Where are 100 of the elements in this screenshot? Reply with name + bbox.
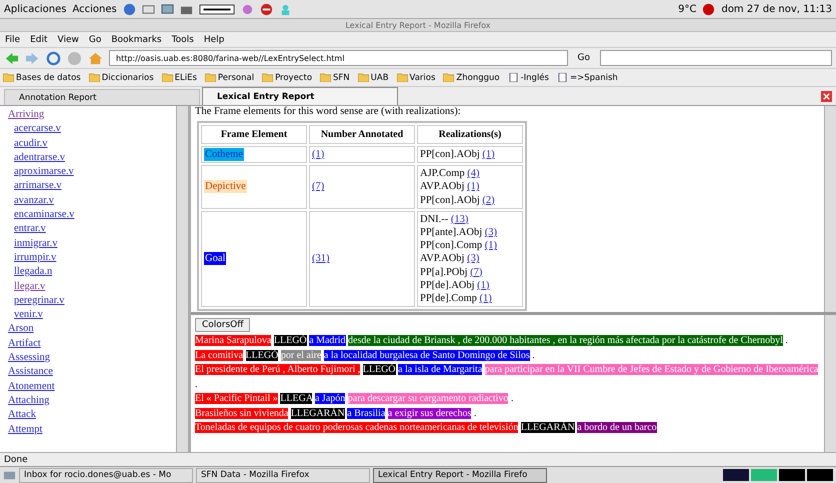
bookmark[interactable]: Diccionarios [88,72,154,82]
frame-link[interactable]: Arriving [8,108,44,122]
lexical-unit-link[interactable]: llegar.v [14,280,46,294]
monitor-icon[interactable] [160,2,174,16]
realization-text: PP[de].AObj [420,280,475,291]
menu-item[interactable]: File [5,34,20,44]
count-link[interactable]: (2) [482,194,495,206]
menu-item[interactable]: Tools [172,34,194,44]
taskbar-button[interactable]: SFN Data - Mozilla Firefox [196,468,370,482]
home-icon[interactable] [88,50,103,66]
scrollbar[interactable] [824,106,836,312]
search-field[interactable] [600,50,832,66]
lexical-unit-link[interactable]: llegada.n [14,265,52,280]
annotated-phrase: a Brasilia [347,408,386,418]
bookmark[interactable]: Varios [396,72,436,82]
back-arrow-icon[interactable] [4,50,19,66]
colors-off-button[interactable]: ColorsOff [195,318,250,332]
lexical-unit-link[interactable]: irrumpir.v [14,250,56,266]
menu-item[interactable]: Bookmarks [111,34,162,44]
lexical-unit-link[interactable]: inmigrar.v [14,236,58,251]
frame-link[interactable]: Artifact [8,336,41,352]
bookmark[interactable]: Personal [204,72,254,82]
folder-icon [162,73,173,82]
folder-icon [320,73,332,82]
scrollbar[interactable] [824,315,836,452]
frame-link[interactable]: Attack [8,408,36,423]
frame-link[interactable]: Attempt [8,422,42,437]
menu-item[interactable]: Edit [30,34,48,44]
count-link[interactable]: (1) [312,149,324,160]
count-link[interactable]: (1) [482,149,495,160]
count-link[interactable]: (4) [467,168,480,180]
bookmark[interactable]: UAB [358,72,389,82]
bookmark[interactable]: =>Spanish [556,72,618,82]
punctuation: . [510,393,514,404]
menu-item[interactable]: Help [204,34,224,44]
annotated-phrase: a la localidad burgalesa de Santo Domingo de Silos [324,350,530,360]
intro-text: The Frame elements for this word sense are (with realizations): [195,106,462,118]
folder-icon [262,73,274,82]
tab[interactable]: Annotation Report [4,89,200,105]
frame-link[interactable]: Assistance [8,365,53,380]
clock[interactable]: dom 27 de nov, 11:13 [721,4,832,14]
count-link[interactable]: (13) [450,214,468,225]
frame-link[interactable]: Attaching [8,394,50,408]
taskbar-button[interactable]: Lexical Entry Report - Mozilla Firefo [373,468,547,482]
column-header: Frame Element [201,125,307,144]
volume-slider-icon[interactable] [198,2,235,16]
frame-link[interactable]: Assessing [8,351,50,366]
reload-icon[interactable] [46,50,61,66]
count-link[interactable]: (1) [477,280,490,291]
count-link[interactable]: (7) [470,266,482,278]
realization-text: AVP.AObj [420,253,464,264]
bookmark[interactable]: SFN [320,72,350,82]
weather-text: 9°C [678,4,696,14]
bookmark[interactable]: Zhongguo [443,72,500,82]
go-button[interactable]: Go [574,50,594,66]
bookmark[interactable]: Bases de datos [3,72,81,82]
frame-link[interactable]: Atonement [8,380,55,394]
bookmark[interactable]: -Inglés [508,72,549,82]
lexical-unit-link[interactable]: peregrinar.v [14,294,64,308]
count-link[interactable]: (3) [484,227,497,238]
lexical-unit-link[interactable]: acercarse.v [14,122,61,137]
menu-item[interactable]: Go [88,34,102,44]
folder-icon [443,73,454,82]
annotated-phrase: a Japón [314,393,346,404]
realization-text: PP[ante].AObj [420,227,482,238]
annotated-phrase: El presidente de Perú , Alberto Fujimori , [195,364,360,375]
taskbar-button[interactable]: Inbox for rocio.dones@uab.es - Mo [19,468,193,482]
address-field[interactable]: http://oasis.uab.es:8080/farina-web//LexEntrySelect.html [109,50,568,66]
count-link[interactable]: (31) [312,253,330,264]
count-link[interactable]: (3) [467,253,480,264]
lexical-unit-link[interactable]: encaminarse.v [14,208,74,222]
realization-text: AJP.Comp [420,168,465,180]
lexical-unit-link[interactable]: adentrarse.v [14,150,66,166]
menu-item[interactable]: View [58,34,79,44]
annotated-phrase: por el aire [280,350,322,360]
lexical-unit-link[interactable]: acudir.v [14,136,48,151]
count-link[interactable]: (7) [312,181,324,192]
annotated-phrase: a Madrid [309,335,346,346]
count-link[interactable]: (1) [480,293,492,304]
annotated-phrase: a bordo de un barco [577,422,657,433]
forward-arrow-icon[interactable] [25,50,40,66]
close-icon[interactable] [821,91,832,102]
lexical-unit-link[interactable]: venir.v [14,308,43,322]
count-link[interactable]: (1) [484,240,498,252]
lexical-unit-link[interactable]: arrimarse.v [14,179,62,194]
bookmark[interactable]: ELiEs [162,72,197,82]
tab[interactable]: Lexical Entry Report [202,87,398,105]
realization-text: PP[con].Comp [420,240,482,252]
frame-link[interactable]: Arson [8,322,34,337]
lexical-unit-link[interactable]: avanzar.v [14,194,54,208]
scrollbar[interactable] [176,106,188,452]
lexical-unit-link[interactable]: entrar.v [14,222,46,237]
lexical-unit-link[interactable]: aproximarse.v [14,165,74,180]
bookmark[interactable]: Proyecto [262,72,312,82]
annotated-phrase: LLEGÓ [246,350,278,360]
count-link[interactable]: (1) [467,181,480,192]
panel-menu[interactable]: Aplicaciones [4,4,66,14]
column-header: Number Annotated [309,125,415,144]
page-icon [508,73,519,82]
panel-menu[interactable]: Acciones [72,4,117,14]
